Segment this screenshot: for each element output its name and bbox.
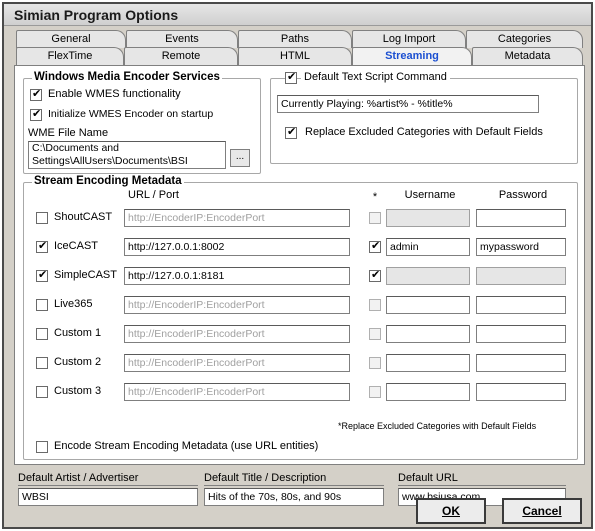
encode-metadata-checkbox[interactable] (36, 441, 48, 453)
custom-3-replace-checkbox[interactable] (369, 386, 381, 398)
tab-html[interactable]: HTML (238, 47, 352, 65)
default-title-input[interactable]: Hits of the 70s, 80s, and 90s (204, 488, 384, 506)
init-wmes-label: Initialize WMES Encoder on startup (48, 108, 214, 120)
default-title-label: Default Title / Description (204, 472, 327, 484)
enable-wmes-label: Enable WMES functionality (48, 88, 181, 100)
custom-2-url-input[interactable]: http://EncoderIP:EncoderPort (124, 354, 350, 372)
streaming-panel: Windows Media Encoder Services Enable WM… (14, 65, 585, 465)
live365-password-input[interactable] (476, 296, 566, 314)
shoutcast-password-input[interactable] (476, 209, 566, 227)
live365-username-input[interactable] (386, 296, 470, 314)
tab-metadata[interactable]: Metadata (472, 47, 583, 65)
custom-1-url-input[interactable]: http://EncoderIP:EncoderPort (124, 325, 350, 343)
default-artist-label: Default Artist / Advertiser (18, 472, 139, 484)
custom-1-label: Custom 1 (54, 327, 102, 339)
shoutcast-replace-checkbox[interactable] (369, 212, 381, 224)
ok-button[interactable]: OK (416, 498, 486, 524)
live365-replace-checkbox[interactable] (369, 299, 381, 311)
icecast-replace-checkbox[interactable] (369, 239, 381, 253)
simplecast-replace-checkbox[interactable] (369, 268, 381, 282)
live365-checkbox[interactable] (36, 299, 48, 311)
tab-row-2: FlexTime Remote HTML Streaming Metadata (14, 47, 585, 66)
tab-streaming[interactable]: Streaming (352, 47, 472, 66)
default-title-underline (204, 485, 384, 486)
custom-3-password-input[interactable] (476, 383, 566, 401)
text-script-checkbox[interactable] (285, 70, 297, 84)
icecast-password-input[interactable]: mypassword (476, 238, 566, 256)
init-wmes-checkbox[interactable] (30, 107, 42, 121)
replace-excluded-label: Replace Excluded Categories with Default… (305, 126, 543, 138)
tab-events[interactable]: Events (126, 30, 238, 48)
wme-file-input[interactable]: C:\Documents and Settings\AllUsers\Docum… (28, 141, 226, 169)
replace-excluded-checkbox[interactable] (285, 125, 297, 139)
icecast-username-input[interactable]: admin (386, 238, 470, 256)
simplecast-url-input[interactable]: http://127.0.0.1:8181 (124, 267, 350, 285)
tab-paths[interactable]: Paths (238, 30, 352, 48)
tab-log-import[interactable]: Log Import (352, 30, 466, 48)
icecast-checkbox[interactable] (36, 239, 48, 253)
tab-categories[interactable]: Categories (466, 30, 583, 48)
live365-url-input[interactable]: http://EncoderIP:EncoderPort (124, 296, 350, 314)
username-header: Username (404, 189, 456, 201)
encode-metadata-label: Encode Stream Encoding Metadata (use URL… (54, 440, 319, 452)
title-bar: Simian Program Options (4, 4, 591, 26)
simplecast-checkbox[interactable] (36, 268, 48, 282)
tab-row-1: General Events Paths Log Import Categori… (14, 30, 585, 48)
tab-control: General Events Paths Log Import Categori… (14, 30, 585, 512)
enable-wmes-checkbox[interactable] (30, 87, 42, 101)
tab-remote[interactable]: Remote (124, 47, 238, 65)
tab-general[interactable]: General (16, 30, 126, 48)
custom-2-password-input[interactable] (476, 354, 566, 372)
replace-note: *Replace Excluded Categories with Defaul… (338, 421, 537, 431)
shoutcast-url-input[interactable]: http://EncoderIP:EncoderPort (124, 209, 350, 227)
default-url-underline (398, 485, 566, 486)
wmes-group: Windows Media Encoder Services Enable WM… (23, 71, 261, 174)
tab-flextime[interactable]: FlexTime (16, 47, 124, 65)
icecast-url-input[interactable]: http://127.0.0.1:8002 (124, 238, 350, 256)
custom-2-username-input[interactable] (386, 354, 470, 372)
text-script-group: Default Text Script Command Currently Pl… (270, 70, 578, 164)
simplecast-label: SimpleCAST (54, 269, 117, 281)
browse-button[interactable]: ... (230, 149, 250, 167)
cancel-button[interactable]: Cancel (502, 498, 582, 524)
stream-group-title: Stream Encoding Metadata (32, 175, 184, 187)
custom-2-label: Custom 2 (54, 356, 102, 368)
shoutcast-username-input[interactable] (386, 209, 470, 227)
star-header: * (372, 191, 378, 203)
custom-1-replace-checkbox[interactable] (369, 328, 381, 340)
shoutcast-checkbox[interactable] (36, 212, 48, 224)
wmes-group-title: Windows Media Encoder Services (32, 71, 222, 83)
options-window: Simian Program Options General Events Pa… (2, 2, 593, 529)
password-header: Password (498, 189, 548, 201)
custom-1-password-input[interactable] (476, 325, 566, 343)
window-title: Simian Program Options (14, 7, 179, 23)
stream-group: Stream Encoding Metadata URL / Port * Us… (23, 175, 578, 460)
default-artist-input[interactable]: WBSI (18, 488, 198, 506)
url-port-header: URL / Port (128, 189, 179, 201)
custom-2-checkbox[interactable] (36, 357, 48, 369)
custom-3-checkbox[interactable] (36, 386, 48, 398)
ok-button-label: OK (442, 504, 460, 518)
simplecast-username-input[interactable] (386, 267, 470, 285)
icecast-label: IceCAST (54, 240, 99, 252)
custom-2-replace-checkbox[interactable] (369, 357, 381, 369)
custom-3-username-input[interactable] (386, 383, 470, 401)
default-url-label: Default URL (398, 472, 458, 484)
simplecast-password-input[interactable] (476, 267, 566, 285)
custom-3-label: Custom 3 (54, 385, 102, 397)
text-script-input[interactable]: Currently Playing: %artist% - %title% (277, 95, 539, 113)
text-script-label: Default Text Script Command (301, 71, 450, 83)
custom-1-username-input[interactable] (386, 325, 470, 343)
wme-file-label: WME File Name (28, 127, 109, 139)
live365-label: Live365 (54, 298, 93, 310)
custom-1-checkbox[interactable] (36, 328, 48, 340)
shoutcast-label: ShoutCAST (54, 211, 113, 223)
default-artist-underline (18, 485, 198, 486)
cancel-button-label: Cancel (522, 504, 562, 518)
custom-3-url-input[interactable]: http://EncoderIP:EncoderPort (124, 383, 350, 401)
